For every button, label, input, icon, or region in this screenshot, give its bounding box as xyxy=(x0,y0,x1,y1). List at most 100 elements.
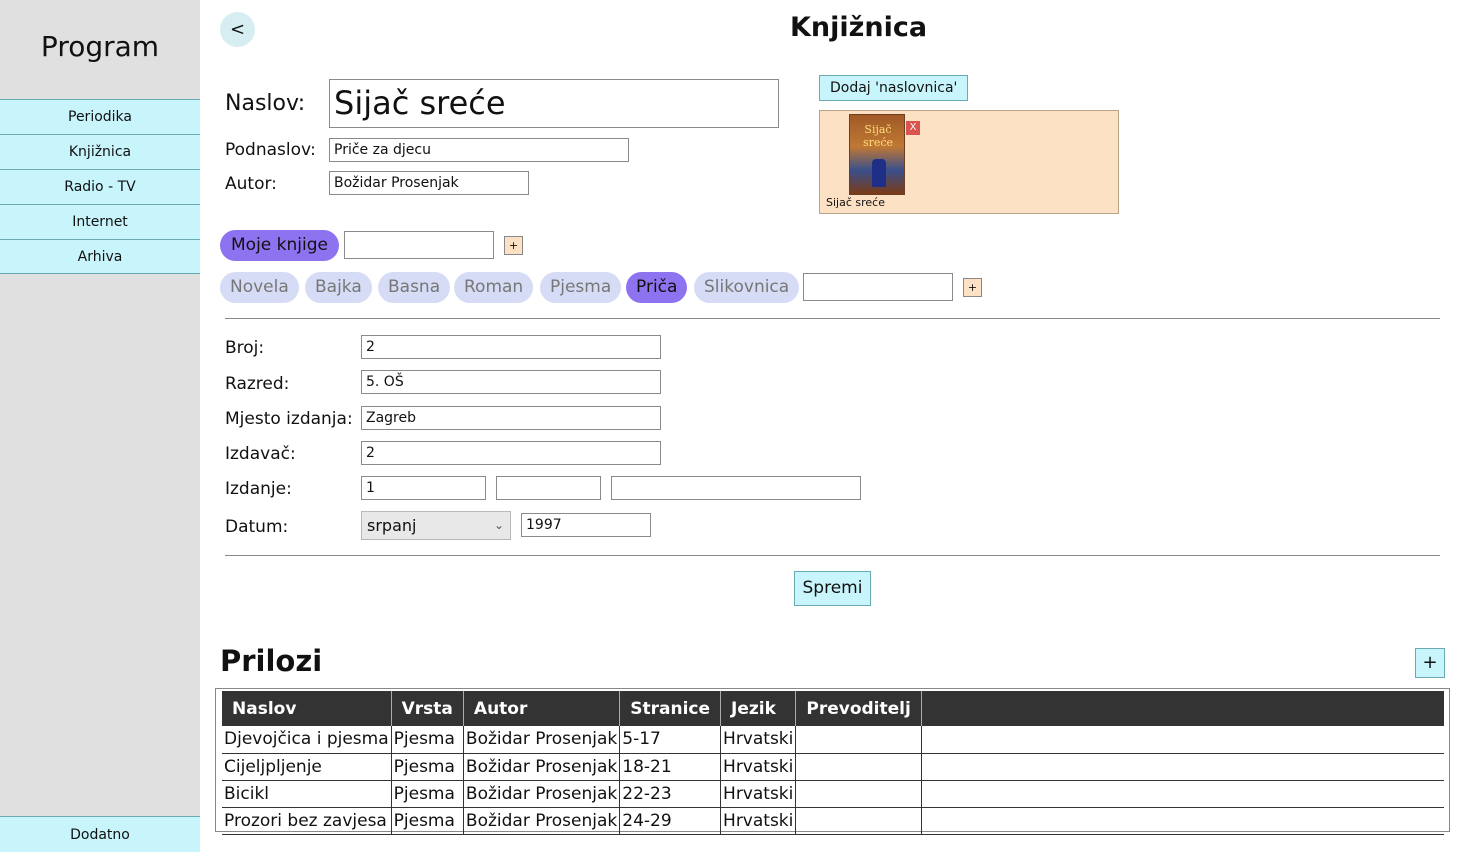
cell-vrsta: Pjesma xyxy=(391,807,464,835)
podnaslov-label: Podnaslov: xyxy=(225,140,316,160)
new-genre-input[interactable] xyxy=(803,273,953,301)
column-header-filler xyxy=(921,691,1444,726)
cell-autor: Božidar Prosenjak xyxy=(463,753,621,781)
cell-jezik: Hrvatski xyxy=(720,726,797,754)
table-row[interactable]: Prozori bez zavjesa Pjesma Božidar Prose… xyxy=(222,807,1444,835)
genre-pjesma[interactable]: Pjesma xyxy=(540,272,622,303)
sidebar-item-knjiznica[interactable]: Knjižnica xyxy=(0,134,200,169)
mjesto-input[interactable]: Zagreb xyxy=(361,406,661,430)
add-cover-button[interactable]: Dodaj 'naslovnica' xyxy=(819,75,969,101)
page-title: Knjižnica xyxy=(790,12,928,43)
autor-label: Autor: xyxy=(225,174,277,194)
divider-top xyxy=(225,318,1440,319)
divider-bottom xyxy=(225,555,1440,556)
sidebar-nav: Periodika Knjižnica Radio - TV Internet … xyxy=(0,99,200,274)
cell-autor: Božidar Prosenjak xyxy=(463,807,621,835)
column-header-prevoditelj[interactable]: Prevoditelj xyxy=(795,691,922,726)
mjesto-label: Mjesto izdanja: xyxy=(225,409,353,429)
cell-vrsta: Pjesma xyxy=(391,780,464,808)
cover-image-text-1: Sijač xyxy=(864,123,892,136)
cell-prevoditelj xyxy=(795,753,922,781)
genre-roman[interactable]: Roman xyxy=(454,272,534,303)
naslov-input[interactable]: Sijač sreće xyxy=(329,79,779,128)
autor-input[interactable]: Božidar Prosenjak xyxy=(329,171,529,195)
table-row[interactable]: Cijeljpljenje Pjesma Božidar Prosenjak 1… xyxy=(222,753,1444,781)
broj-input[interactable]: 2 xyxy=(361,335,661,359)
podnaslov-input[interactable]: Priče za djecu xyxy=(329,138,629,162)
cell-prevoditelj xyxy=(795,780,922,808)
cell-stranice: 24-29 xyxy=(619,807,722,835)
genre-basna[interactable]: Basna xyxy=(378,272,451,303)
column-header-vrsta[interactable]: Vrsta xyxy=(391,691,464,726)
genre-novela[interactable]: Novela xyxy=(220,272,299,303)
cell-autor: Božidar Prosenjak xyxy=(463,780,621,808)
izdanje-input[interactable]: 1 xyxy=(361,476,486,500)
sidebar-item-dodatno[interactable]: Dodatno xyxy=(0,816,200,852)
cell-filler xyxy=(921,780,1444,808)
cell-jezik: Hrvatski xyxy=(720,807,797,835)
cell-filler xyxy=(921,807,1444,835)
back-button[interactable]: < xyxy=(220,12,255,47)
izdanje-input-2[interactable] xyxy=(496,476,601,500)
sidebar-item-radio-tv[interactable]: Radio - TV xyxy=(0,169,200,204)
collection-tag-moje-knjige[interactable]: Moje knjige xyxy=(220,230,339,261)
cover-panel: Sijač sreće X Sijač sreće xyxy=(819,110,1119,214)
new-collection-input[interactable] xyxy=(344,231,494,259)
cover-figure xyxy=(872,159,886,187)
cell-stranice: 5-17 xyxy=(619,726,722,754)
month-select[interactable]: srpanj ⌄ xyxy=(361,511,511,540)
cell-prevoditelj xyxy=(795,726,922,754)
izdanje-label: Izdanje: xyxy=(225,479,292,499)
cell-naslov: Cijeljpljenje xyxy=(222,753,392,781)
cell-jezik: Hrvatski xyxy=(720,753,797,781)
cell-naslov: Prozori bez zavjesa xyxy=(222,807,392,835)
add-attachment-button[interactable]: + xyxy=(1415,648,1445,678)
izdanje-input-3[interactable] xyxy=(611,476,861,500)
naslov-label: Naslov: xyxy=(225,91,306,116)
cell-naslov: Djevojčica i pjesma xyxy=(222,726,392,754)
column-header-jezik[interactable]: Jezik xyxy=(720,691,797,726)
table-row[interactable]: Bicikl Pjesma Božidar Prosenjak 22-23 Hr… xyxy=(222,780,1444,808)
sidebar-item-internet[interactable]: Internet xyxy=(0,204,200,239)
datum-label: Datum: xyxy=(225,517,289,537)
cover-caption: Sijač sreće xyxy=(826,196,885,209)
cell-autor: Božidar Prosenjak xyxy=(463,726,621,754)
izdavac-input[interactable]: 2 xyxy=(361,441,661,465)
attachments-title: Prilozi xyxy=(220,644,323,678)
column-header-autor[interactable]: Autor xyxy=(463,691,621,726)
sidebar: Program Periodika Knjižnica Radio - TV I… xyxy=(0,0,200,852)
izdavac-label: Izdavač: xyxy=(225,444,296,464)
cover-image: Sijač sreće xyxy=(849,114,905,195)
add-collection-button[interactable]: + xyxy=(504,236,523,255)
cell-stranice: 22-23 xyxy=(619,780,722,808)
table-header-row: Naslov Vrsta Autor Stranice Jezik Prevod… xyxy=(222,691,1444,726)
cover-image-text-2: sreće xyxy=(862,136,894,149)
genre-slikovnica[interactable]: Slikovnica xyxy=(694,272,800,303)
cell-stranice: 18-21 xyxy=(619,753,722,781)
broj-label: Broj: xyxy=(225,338,265,358)
month-select-value: srpanj xyxy=(367,516,417,535)
cell-jezik: Hrvatski xyxy=(720,780,797,808)
add-genre-button[interactable]: + xyxy=(963,278,982,297)
razred-input[interactable]: 5. OŠ xyxy=(361,370,661,394)
column-header-naslov[interactable]: Naslov xyxy=(222,691,392,726)
sidebar-item-periodika[interactable]: Periodika xyxy=(0,99,200,134)
cell-vrsta: Pjesma xyxy=(391,726,464,754)
table-row[interactable]: Djevojčica i pjesma Pjesma Božidar Prose… xyxy=(222,726,1444,754)
remove-cover-button[interactable]: X xyxy=(906,121,920,135)
save-button[interactable]: Spremi xyxy=(794,571,871,606)
cell-prevoditelj xyxy=(795,807,922,835)
genre-prica[interactable]: Priča xyxy=(626,272,688,303)
cell-naslov: Bicikl xyxy=(222,780,392,808)
column-header-stranice[interactable]: Stranice xyxy=(619,691,722,726)
year-input[interactable]: 1997 xyxy=(521,513,651,537)
chevron-down-icon: ⌄ xyxy=(493,518,504,532)
genre-bajka[interactable]: Bajka xyxy=(305,272,372,303)
cell-vrsta: Pjesma xyxy=(391,753,464,781)
sidebar-item-arhiva[interactable]: Arhiva xyxy=(0,239,200,274)
razred-label: Razred: xyxy=(225,374,290,394)
cell-filler xyxy=(921,753,1444,781)
main-content: < Knjižnica Naslov: Sijač sreće Podnaslo… xyxy=(200,0,1466,852)
cell-filler xyxy=(921,726,1444,754)
app-title: Program xyxy=(40,30,160,63)
